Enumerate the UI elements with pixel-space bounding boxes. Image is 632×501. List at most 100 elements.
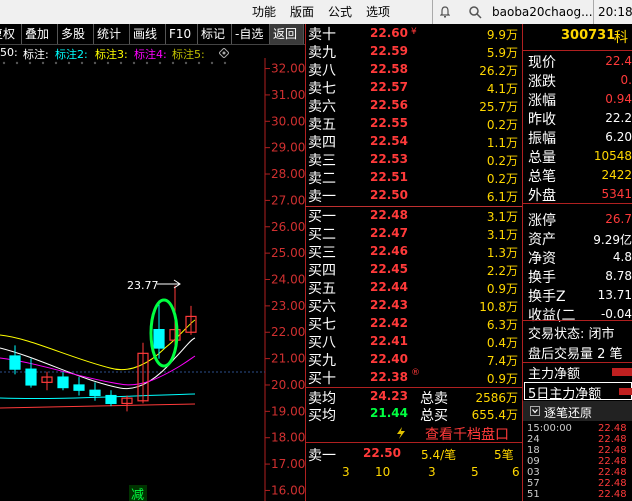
y-tick-label: 26.00 — [271, 220, 305, 234]
buy-level-volume: 7.4万 — [486, 354, 518, 368]
menu-options[interactable]: 选项 — [366, 0, 390, 24]
candle — [137, 342, 149, 404]
y-tick-label: 19.00 — [271, 404, 305, 418]
y-tick-label: 27.00 — [271, 193, 305, 207]
orderbook-midline — [305, 206, 522, 207]
tick-price: 22.48 — [598, 478, 627, 489]
main-net-5d-bar — [619, 388, 632, 395]
sell-level-volume: 0.2万 — [486, 172, 518, 186]
quote-label: 昨收 — [528, 112, 556, 128]
peak-label: 23.77 — [127, 279, 159, 292]
queue-item: 3 — [342, 465, 350, 479]
account-name[interactable]: baoba20chaog... — [492, 0, 593, 24]
candle-body — [105, 394, 117, 405]
toolbar-stats-button[interactable]: 统计 — [94, 24, 130, 44]
toolbar-draw-button[interactable]: 画线 — [130, 24, 166, 44]
toolbar-mark-button[interactable]: 标记 — [198, 24, 232, 44]
tick-title: 逐笔还原 — [544, 406, 593, 420]
quote-value: 10548 — [593, 149, 632, 163]
quote-label: 现价 — [528, 55, 556, 71]
tick-price: 22.48 — [598, 467, 627, 478]
buy-level-label: 买一 — [308, 209, 336, 225]
buy-level-price: 22.48 — [370, 208, 408, 222]
quote-value: 6.20 — [605, 130, 632, 144]
quote-label: 涨停 — [528, 213, 556, 229]
total-buy-label: 总买 — [420, 408, 448, 424]
avg-sell-price: 24.23 — [370, 389, 408, 403]
total-sell-value: 2586万 — [475, 391, 518, 405]
buy-level-price: 22.46 — [370, 244, 408, 258]
search-icon[interactable] — [468, 5, 482, 19]
sell-level-price: 22.58 — [370, 62, 408, 76]
quote-value: 26.7 — [605, 212, 632, 226]
sell-level-volume: 26.2万 — [479, 64, 518, 78]
toolbar-overlay-button[interactable]: 叠加 — [22, 24, 58, 44]
quote-label: 振幅 — [528, 131, 556, 147]
avg-buy-price: 21.44 — [370, 406, 408, 420]
indicator-settings-icon[interactable] — [219, 48, 229, 58]
queue-item: 6 — [512, 465, 520, 479]
buy-level-label: 买三 — [308, 245, 336, 261]
tick-time: 15:00:00 — [527, 423, 572, 434]
quote-value: 22.4 — [605, 54, 632, 68]
quote-value: 4.8 — [612, 250, 632, 264]
buy-level-label: 买六 — [308, 299, 336, 315]
candles — [9, 285, 197, 412]
sell-level-price: 22.59 — [370, 44, 408, 58]
collapse-icon[interactable] — [530, 406, 540, 416]
quote-value: -0.04 — [600, 307, 632, 321]
queue-item: 10 — [375, 465, 391, 479]
y-tick-label: 25.00 — [271, 246, 305, 260]
toolbar-multi-stock-button[interactable]: 多股 — [58, 24, 94, 44]
stock-code: 300731 — [561, 28, 616, 43]
clock: 20:18 — [598, 5, 632, 19]
sell-level-label: 卖八 — [308, 63, 336, 79]
toolbar-watchlist-button[interactable]: -自选 — [232, 24, 270, 44]
sell-level-volume: 5.9万 — [486, 46, 518, 60]
sell-level-price: 22.56 — [370, 98, 408, 112]
buy-level-label: 买二 — [308, 227, 336, 243]
toolbar-restore-button[interactable]: 复权 — [0, 24, 22, 44]
menu-layout[interactable]: 版面 — [290, 0, 314, 24]
y-tick-label: 31.00 — [271, 88, 305, 102]
quote-value: 2422 — [601, 168, 632, 182]
buy-level-price: 22.45 — [370, 262, 408, 276]
candle-body — [73, 384, 85, 391]
menu-separator — [593, 0, 594, 24]
main-net-label: 主力净额 — [528, 367, 581, 382]
menu-function[interactable]: 功能 — [252, 0, 276, 24]
trade-count: 5笔 — [494, 448, 514, 462]
bottom-marker: 减 — [131, 488, 144, 501]
buy-level-volume: 2.2万 — [486, 264, 518, 278]
quote-label: 涨跌 — [528, 74, 556, 90]
avg-buy-label: 买均 — [308, 408, 336, 424]
tick-price: 22.48 — [598, 434, 627, 445]
buy-level-volume: 3.1万 — [486, 228, 518, 242]
buy-level-volume: 0.4万 — [486, 336, 518, 350]
kline-chart[interactable]: 32.00 31.00 30.00 29.00 28.00 27.00 26.00 25.00… — [0, 58, 305, 501]
sell-level-volume: 4.1万 — [486, 82, 518, 96]
toolbar-back-button[interactable]: 返回 — [270, 24, 304, 44]
after-hours-volume: 盘后交易量 2 笔 — [528, 347, 623, 362]
lightning-icon — [397, 427, 405, 439]
candle — [89, 382, 101, 401]
bell-icon[interactable] — [440, 6, 450, 18]
buy-level-label: 买七 — [308, 317, 336, 333]
quote-value: 13.71 — [597, 288, 632, 302]
y-tick-label: 32.00 — [271, 62, 305, 76]
buy-level-volume: 10.8万 — [479, 300, 518, 314]
buy-level-label: 买五 — [308, 281, 336, 297]
sell-level-label: 卖一 — [308, 189, 336, 205]
menu-formula[interactable]: 公式 — [328, 0, 352, 24]
view-depth-link[interactable]: 查看千档盘口 — [425, 424, 509, 444]
sell-level-volume: 25.7万 — [479, 100, 518, 114]
buy-level-price: 22.42 — [370, 316, 408, 330]
quote-label: 净资 — [528, 251, 556, 267]
tick-time: 09 — [527, 456, 540, 467]
toolbar-f10-button[interactable]: F10 — [166, 24, 198, 44]
sell-level-volume: 0.2万 — [486, 118, 518, 132]
sell-level-price: 22.57 — [370, 80, 408, 94]
tick-time: 18 — [527, 445, 540, 456]
stock-name: 科 — [614, 30, 628, 46]
ma-line-red — [0, 403, 196, 409]
